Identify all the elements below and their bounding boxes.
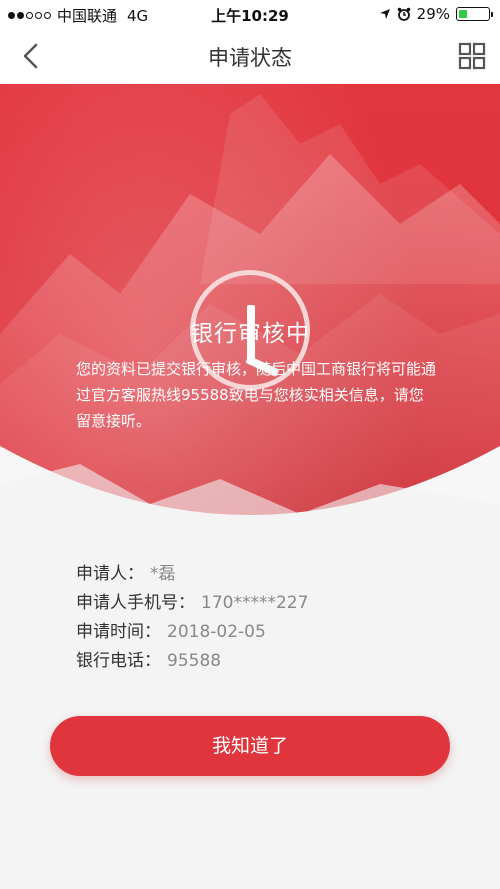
- location-icon: [379, 9, 390, 19]
- phone-label: 申请人手机号：: [76, 593, 195, 613]
- time-row: 申请时间： 2018-02-05: [76, 618, 308, 647]
- bank-phone-label: 银行电话：: [76, 651, 161, 671]
- status-right: 29%: [379, 5, 493, 23]
- grid-icon[interactable]: [458, 42, 486, 70]
- application-info: 申请人： *磊 申请人手机号： 170*****227 申请时间： 2018-02-0…: [76, 560, 308, 676]
- confirm-button[interactable]: 我知道了: [50, 716, 450, 776]
- phone-value: 170*****227: [201, 593, 309, 613]
- battery-fill: [459, 10, 467, 18]
- time-label: 申请时间：: [76, 622, 161, 642]
- status-title: 银行审核中: [190, 321, 310, 347]
- alarm-icon: [397, 7, 410, 21]
- phone-row: 申请人手机号： 170*****227: [76, 589, 308, 618]
- bank-phone-row: 银行电话： 95588: [76, 647, 308, 676]
- status-description: 您的资料已提交银行审核，随后中国工商银行将可能通过官方客服热线95588致电与您…: [76, 360, 437, 430]
- status-bar: 中国联通 4G 上午10:29 29%: [0, 0, 500, 28]
- applicant-row: 申请人： *磊: [76, 560, 308, 589]
- bank-phone-value: 95588: [167, 651, 222, 671]
- battery-icon: [456, 7, 493, 21]
- nav-bar: 申请状态: [0, 28, 500, 84]
- battery-percent: 29%: [416, 5, 450, 23]
- time-value: 2018-02-05: [167, 622, 266, 642]
- applicant-value: *磊: [150, 564, 176, 584]
- page-title: 申请状态: [208, 46, 292, 70]
- applicant-label: 申请人：: [76, 564, 144, 584]
